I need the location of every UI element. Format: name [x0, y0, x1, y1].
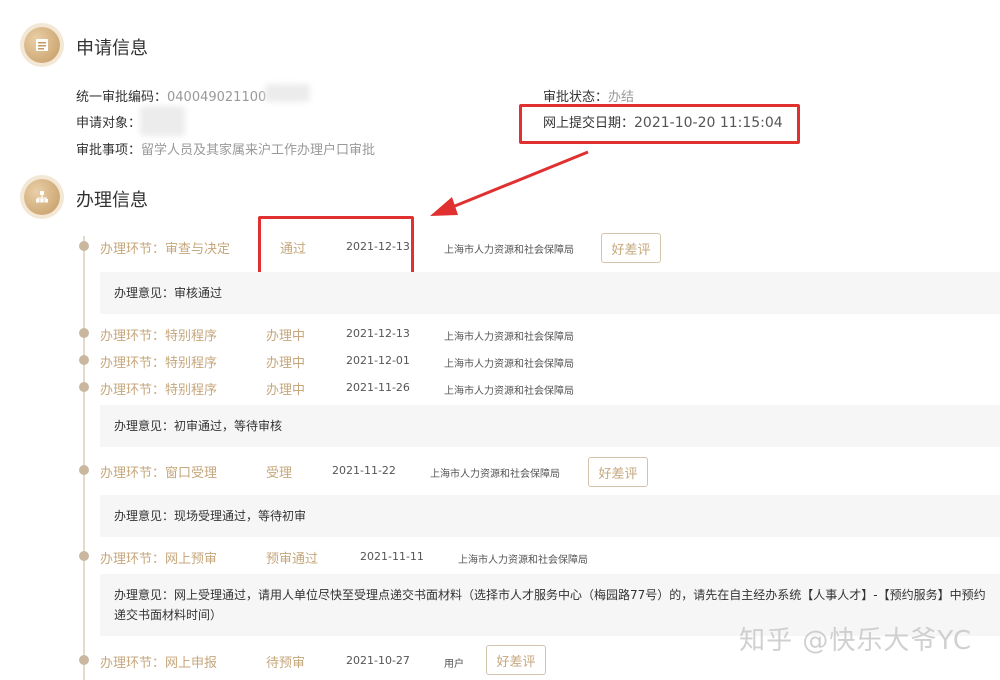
- step-state: 办理中: [266, 383, 306, 398]
- step-department: 上海市人力资源和社会保障局: [430, 469, 560, 480]
- watermark: 知乎 @快乐大爷YC: [739, 626, 972, 656]
- step-date: 2021-12-01: [346, 354, 410, 367]
- step-date: 2021-11-22: [332, 464, 396, 477]
- step-date: 2021-11-11: [360, 550, 424, 563]
- step-state: 办理中: [266, 356, 306, 371]
- step-date: 2021-12-13: [346, 327, 410, 340]
- step-date: 2021-11-26: [346, 381, 410, 394]
- timeline-dot: [79, 382, 89, 392]
- step-department: 上海市人力资源和社会保障局: [444, 386, 574, 397]
- step-state: 受理: [266, 466, 293, 481]
- timeline-dot: [79, 241, 89, 251]
- step-node: 办理环节：窗口受理: [100, 466, 218, 481]
- step-node: 办理环节：特别程序: [100, 356, 218, 371]
- timeline-dot: [79, 328, 89, 338]
- timeline-dot: [79, 465, 89, 475]
- step-node: 办理环节：特别程序: [100, 383, 218, 398]
- timeline-dot: [79, 655, 89, 665]
- step-department: 用户: [444, 659, 464, 670]
- step-node: 办理环节：审查与决定: [100, 242, 231, 257]
- step-state: 预审通过: [266, 552, 319, 567]
- rate-button[interactable]: 好差评: [588, 457, 648, 487]
- opinion-box: 办理意见：初审通过，等待审核: [100, 405, 1000, 447]
- rate-button[interactable]: 好差评: [486, 645, 546, 675]
- step-date: 2021-10-27: [346, 654, 410, 667]
- opinion-box: 办理意见：审核通过: [100, 272, 1000, 314]
- step-state: 待预审: [266, 656, 306, 671]
- step-department: 上海市人力资源和社会保障局: [444, 359, 574, 370]
- step-department: 上海市人力资源和社会保障局: [444, 245, 574, 256]
- timeline-line: [83, 236, 85, 680]
- rate-button[interactable]: 好差评: [601, 233, 661, 263]
- section-title-process: 办理信息: [76, 190, 148, 211]
- step-node: 办理环节：网上申报: [100, 656, 218, 671]
- timeline-dot: [79, 355, 89, 365]
- timeline-dot: [79, 551, 89, 561]
- org-chart-icon: [24, 179, 60, 215]
- step-node: 办理环节：特别程序: [100, 329, 218, 344]
- step-department: 上海市人力资源和社会保障局: [444, 332, 574, 343]
- step-state: 办理中: [266, 329, 306, 344]
- highlight-box-approval: [258, 216, 414, 277]
- opinion-box: 办理意见：现场受理通过，等待初审: [100, 495, 1000, 537]
- step-node: 办理环节：网上预审: [100, 552, 218, 567]
- step-department: 上海市人力资源和社会保障局: [458, 555, 588, 566]
